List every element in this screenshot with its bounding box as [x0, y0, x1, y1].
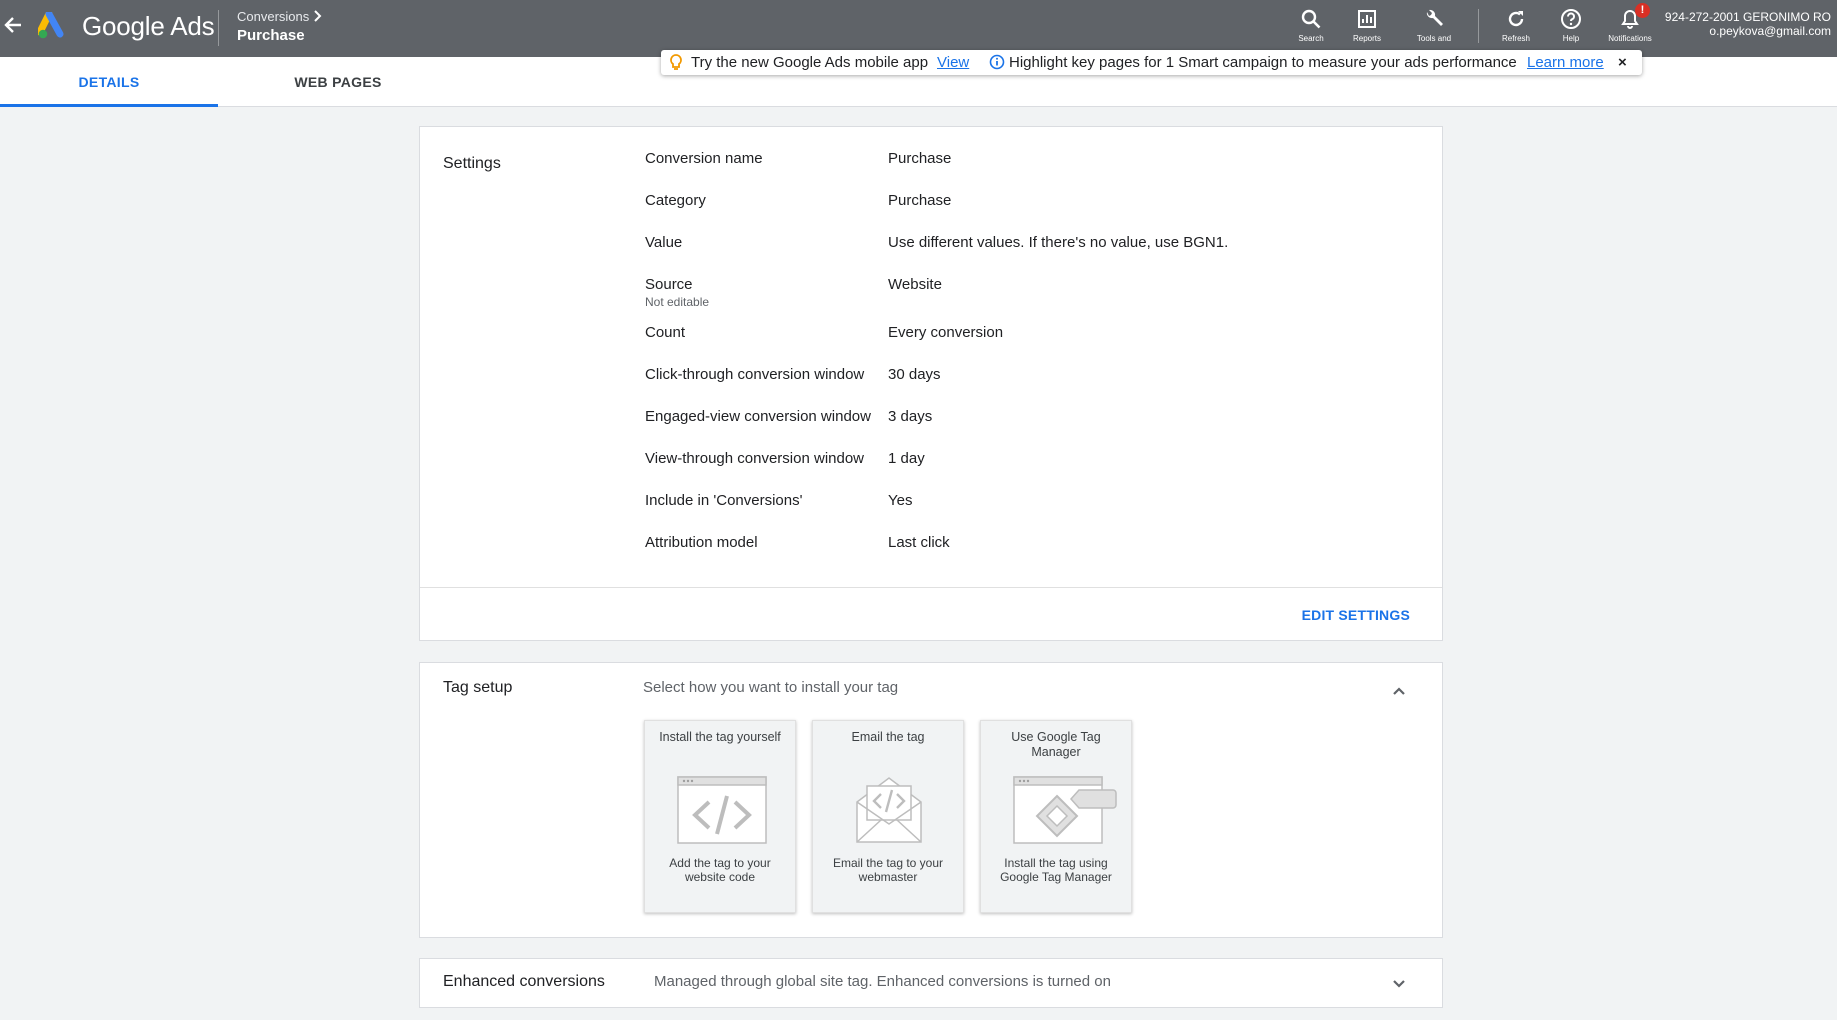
- edit-settings-button[interactable]: EDIT SETTINGS: [1302, 607, 1410, 623]
- info-icon: [989, 54, 1005, 74]
- refresh-button[interactable]: Refresh: [1486, 6, 1546, 46]
- tab-web-pages[interactable]: WEB PAGES: [218, 57, 458, 107]
- top-app-bar: Google Ads Conversions Purchase Search R…: [0, 0, 1837, 57]
- email-tag-option[interactable]: Email the tag Email the tag to your webm…: [812, 720, 964, 913]
- setting-label: Conversion name: [645, 150, 763, 167]
- refresh-label: Refresh: [1501, 34, 1530, 43]
- setting-label: Include in 'Conversions': [645, 492, 803, 509]
- search-icon: [1301, 9, 1321, 29]
- settings-card: Settings Conversion name Purchase Catego…: [419, 126, 1443, 641]
- tools-label: Tools and: [1416, 34, 1452, 43]
- reports-button[interactable]: Reports: [1337, 6, 1397, 46]
- settings-title: Settings: [443, 155, 501, 172]
- setting-value: 3 days: [888, 408, 933, 425]
- account-email: o.peykova@gmail.com: [1709, 24, 1831, 38]
- not-editable-note: Not editable: [645, 295, 710, 309]
- setting-value: Purchase: [888, 192, 952, 209]
- chevron-down-icon[interactable]: [1392, 976, 1406, 994]
- notification-banner: Try the new Google Ads mobile app View H…: [661, 50, 1642, 75]
- setting-value: Purchase: [888, 150, 952, 167]
- brand-name: Google Ads: [82, 11, 215, 41]
- option-title: Install the tag yourself: [659, 730, 781, 744]
- enhanced-conversions-title: Enhanced conversions: [443, 973, 605, 990]
- tag-setup-card: Tag setup Select how you want to install…: [419, 662, 1443, 938]
- tag-setup-title: Tag setup: [443, 679, 513, 696]
- help-button[interactable]: Help: [1541, 6, 1601, 46]
- email-code-icon: [856, 777, 922, 843]
- option-title: Use Google Tag Manager: [1011, 730, 1101, 759]
- tag-setup-subtitle: Select how you want to install your tag: [643, 679, 899, 696]
- enhanced-conversions-status: Managed through global site tag. Enhance…: [654, 973, 1111, 990]
- notifications-label: Notifications: [1608, 34, 1652, 43]
- reports-label: Reports: [1352, 34, 1381, 43]
- help-icon: [1561, 9, 1581, 29]
- wrench-icon: [1426, 9, 1443, 26]
- mobile-app-promo-text: Try the new Google Ads mobile app: [691, 54, 929, 71]
- close-icon[interactable]: ×: [1618, 54, 1627, 71]
- setting-value: 1 day: [888, 450, 925, 467]
- brand-divider: [218, 10, 219, 46]
- tag-manager-icon: [1013, 776, 1117, 844]
- enhanced-conversions-card[interactable]: Enhanced conversions Managed through glo…: [419, 958, 1443, 1008]
- breadcrumb-conversions[interactable]: Conversions: [237, 9, 309, 24]
- code-window-icon: [677, 776, 767, 844]
- search-button[interactable]: Search: [1281, 6, 1341, 46]
- learn-more-link[interactable]: Learn more: [1527, 54, 1604, 71]
- setting-label: Source: [645, 276, 693, 293]
- notifications-button[interactable]: ! Notifications: [1600, 3, 1660, 46]
- setting-value: Every conversion: [888, 324, 1004, 341]
- reports-icon: [1358, 10, 1376, 28]
- setting-label: Value: [645, 234, 683, 251]
- google-ads-logo-icon: [36, 10, 70, 40]
- setting-value: Yes: [888, 492, 913, 509]
- tab-details[interactable]: DETAILS: [0, 57, 218, 107]
- setting-label: View-through conversion window: [645, 450, 865, 467]
- view-link[interactable]: View: [937, 54, 969, 71]
- option-description: Install the tag using Google Tag Manager: [1000, 856, 1112, 884]
- breadcrumb-current-page: Purchase: [237, 27, 305, 44]
- install-tag-yourself-option[interactable]: Install the tag yourself Add the tag to …: [644, 720, 796, 913]
- setting-value: Website: [888, 276, 942, 293]
- lightbulb-icon: [669, 54, 683, 75]
- setting-value: Last click: [888, 534, 950, 551]
- account-switcher[interactable]: 924-272-2001 GERONIMO RO o.peykova@gmail…: [1665, 10, 1831, 38]
- setting-label: Attribution model: [645, 534, 758, 551]
- option-description: Add the tag to your website code: [669, 856, 771, 884]
- back-arrow-icon[interactable]: [2, 12, 24, 38]
- tools-button[interactable]: Tools and: [1404, 6, 1464, 46]
- notification-badge: !: [1635, 3, 1650, 18]
- account-id: 924-272-2001 GERONIMO RO: [1664, 10, 1831, 24]
- setting-label: Engaged-view conversion window: [645, 408, 871, 425]
- search-label: Search: [1298, 34, 1324, 43]
- chevron-right-icon: [312, 8, 324, 24]
- smart-campaign-text: Highlight key pages for 1 Smart campaign…: [1009, 54, 1517, 71]
- setting-label: Count: [645, 324, 686, 341]
- chevron-up-icon[interactable]: [1392, 683, 1406, 701]
- option-description: Email the tag to your webmaster: [832, 856, 944, 884]
- setting-value: 30 days: [888, 366, 941, 383]
- toolbar-divider: [1478, 9, 1479, 43]
- refresh-icon: [1508, 11, 1524, 27]
- setting-label: Click-through conversion window: [645, 366, 865, 383]
- card-divider: [420, 587, 1442, 588]
- option-title: Email the tag: [851, 730, 925, 744]
- setting-value: Use different values. If there's no valu…: [888, 234, 1229, 251]
- google-tag-manager-option[interactable]: Use Google Tag Manager Install the tag u…: [980, 720, 1132, 913]
- setting-label: Category: [645, 192, 706, 209]
- help-label: Help: [1562, 34, 1580, 43]
